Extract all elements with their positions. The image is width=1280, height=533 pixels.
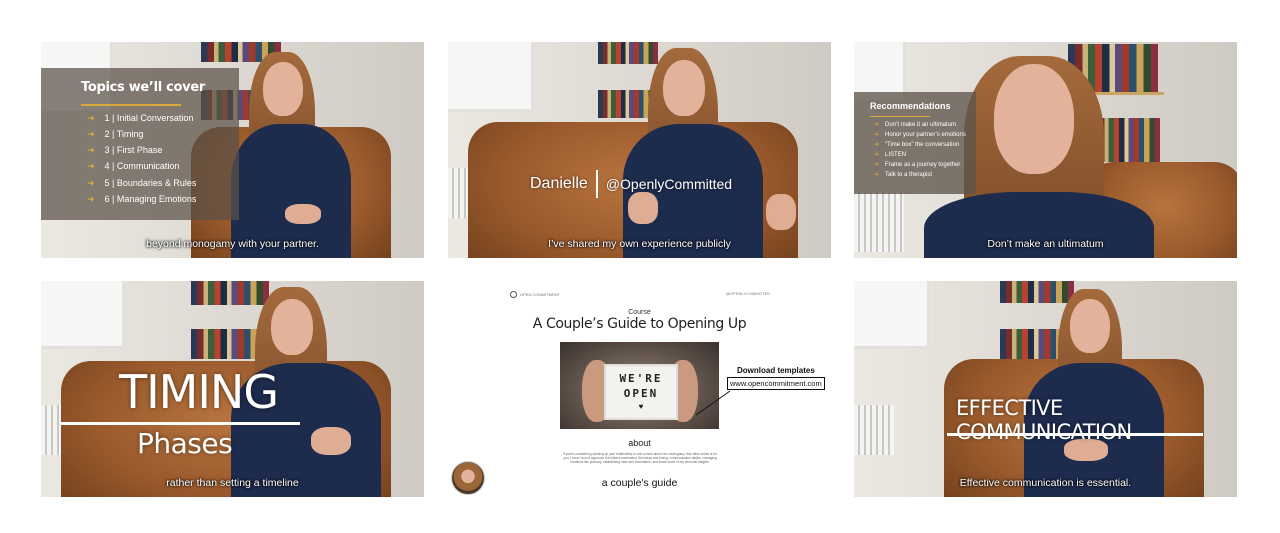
recommendation-item: ➜ Don’t make it an ultimatum — [874, 122, 957, 128]
subtitle-caption: beyond monogamy with your partner. — [146, 238, 319, 250]
topic-item: ➜ 5 | Boundaries & Rules — [87, 178, 197, 188]
course-page-frame[interactable]: OPEN COMMITMENT @OPENLYCOMMITTED Course … — [448, 281, 831, 497]
arrow-icon: ➜ — [874, 132, 880, 138]
video-frame-timing[interactable]: TIMING Phases rather than setting a time… — [41, 281, 424, 497]
window — [854, 281, 930, 349]
website-url-link[interactable]: www.opencommitment.com — [727, 377, 825, 390]
arrow-icon: ➜ — [874, 142, 880, 148]
arrow-icon: ➜ — [87, 178, 95, 188]
arrow-icon: ➜ — [874, 162, 880, 168]
video-frame-communication[interactable]: EFFECTIVE COMMUNICATION Effective commun… — [854, 281, 1237, 497]
topic-item: ➜ 1 | Initial Conversation — [87, 113, 194, 123]
window — [448, 42, 534, 112]
section-title: EFFECTIVE COMMUNICATION — [956, 396, 1132, 444]
presenter-name: Danielle — [530, 175, 588, 192]
title-underline — [870, 116, 930, 117]
name-lower-third: Danielle @OpenlyCommitted — [530, 170, 732, 198]
arrow-icon: ➜ — [87, 161, 95, 171]
recommendation-item: ➜ Honor your partner’s emotions — [874, 132, 966, 138]
topic-item: ➜ 4 | Communication — [87, 161, 180, 171]
subtitle-caption: rather than setting a timeline — [166, 477, 299, 489]
recommendation-item: ➜ Frame as a journey together — [874, 162, 961, 168]
recommendations-title: Recommendations — [870, 101, 951, 111]
subtitle-caption: a couple's guide — [601, 477, 678, 489]
arrow-icon: ➜ — [874, 172, 880, 178]
topics-overlay: Topics we’ll cover ➜ 1 | Initial Conversa… — [41, 68, 239, 220]
bookshelf — [598, 42, 658, 64]
topic-item: ➜ 6 | Managing Emotions — [87, 194, 197, 204]
about-paragraph: If you're considering opening up your re… — [563, 452, 717, 465]
recommendation-item: ➜ “Time box” the conversation — [874, 142, 960, 148]
arrow-icon: ➜ — [87, 145, 95, 155]
video-frame-recommendations[interactable]: Recommendations ➜ Don’t make it an ultima… — [854, 42, 1237, 258]
arrow-icon: ➜ — [87, 129, 95, 139]
download-templates-label: Download templates — [737, 366, 815, 375]
title-underline — [60, 422, 300, 425]
topics-title: Topics we’ll cover — [81, 80, 205, 95]
arrow-icon: ➜ — [874, 152, 880, 158]
recommendation-item: ➜ LISTEN — [874, 152, 907, 158]
topic-item: ➜ 2 | Timing — [87, 129, 144, 139]
recommendations-overlay: Recommendations ➜ Don’t make it an ultima… — [854, 92, 976, 194]
window — [41, 281, 125, 349]
bookshelf — [191, 281, 269, 305]
subtitle-caption: Effective communication is essential. — [959, 477, 1132, 489]
video-frame-topics[interactable]: Topics we’ll cover ➜ 1 | Initial Conversa… — [41, 42, 424, 258]
video-frame-intro[interactable]: Danielle @OpenlyCommitted I’ve shared my… — [448, 42, 831, 258]
subtitle-caption: I’ve shared my own experience publicly — [548, 238, 731, 250]
about-heading: about — [628, 438, 651, 448]
arrow-icon: ➜ — [874, 122, 880, 128]
radiator — [854, 405, 894, 455]
topic-item: ➜ 3 | First Phase — [87, 145, 163, 155]
arrow-icon: ➜ — [87, 113, 95, 123]
divider — [595, 170, 598, 198]
subtitle-caption: Don’t make an ultimatum — [987, 238, 1104, 250]
bookshelf — [1000, 281, 1074, 303]
presenter-handle: @OpenlyCommitted — [605, 176, 733, 192]
arrow-icon: ➜ — [87, 194, 95, 204]
recommendation-item: ➜ Talk to a therapist — [874, 172, 933, 178]
section-subtitle: Phases — [137, 427, 233, 460]
section-title: TIMING — [119, 365, 279, 419]
title-underline — [947, 433, 1203, 436]
title-underline — [81, 104, 181, 106]
